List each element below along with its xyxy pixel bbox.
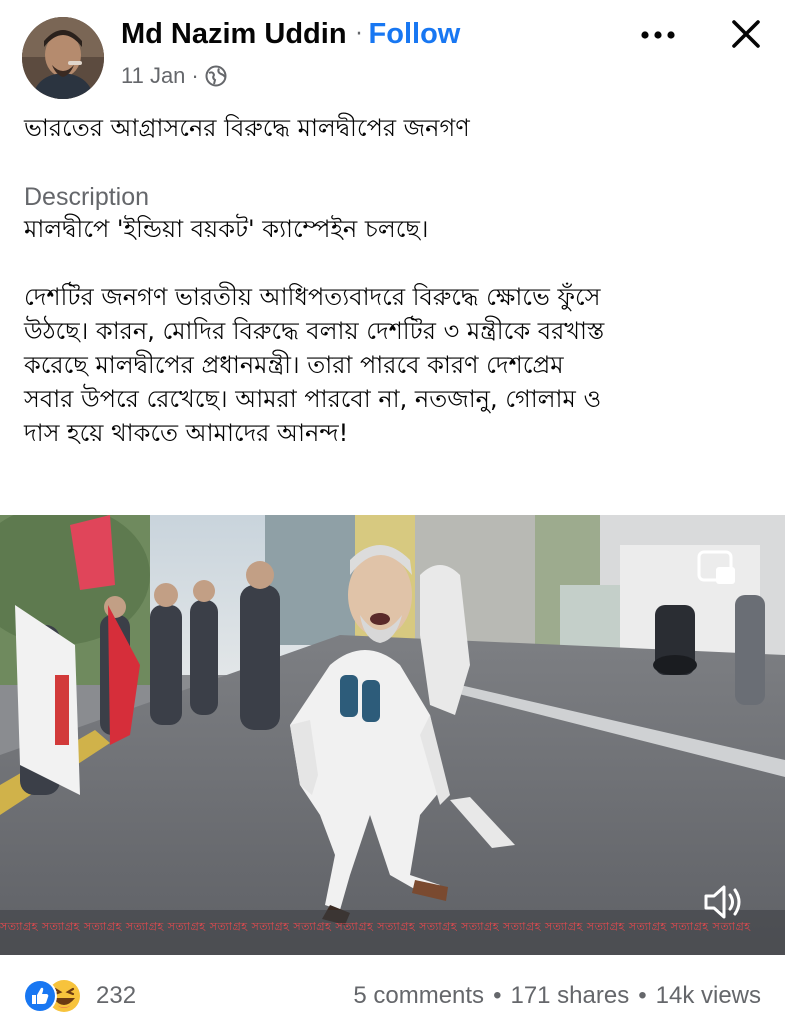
post-body: ভারতের আগ্রাসনের বিরুদ্ধে মালদ্বীপের জনগ… bbox=[24, 110, 769, 450]
like-icon bbox=[23, 979, 57, 1013]
post-meta: 11 Jan · bbox=[121, 61, 227, 91]
reaction-count: 232 bbox=[96, 982, 137, 1009]
picture-in-picture-icon bbox=[697, 550, 735, 584]
description-line: দেশটির জনগণ ভারতীয় আধিপত্যবাদরে বিরুদ্ধ… bbox=[24, 283, 601, 311]
description-line: উঠছে। কারন, মোদির বিরুদ্ধে বলায় দেশটির … bbox=[24, 317, 605, 345]
post-date[interactable]: 11 Jan bbox=[121, 63, 185, 89]
post-header: Md Nazim Uddin · Follow 11 Jan · bbox=[0, 0, 785, 100]
description-line: করেছে মালদ্বীপের প্রধানমন্ত্রী। তারা পার… bbox=[24, 351, 564, 379]
description-body: দেশটির জনগণ ভারতীয় আধিপত্যবাদরে বিরুদ্ধ… bbox=[24, 280, 769, 450]
close-icon bbox=[732, 20, 760, 48]
video-ticker: সত্যাগ্রহ সত্যাগ্রহ সত্যাগ্রহ সত্যাগ্রহ … bbox=[0, 920, 751, 933]
video-player[interactable]: সত্যাগ্রহ সত্যাগ্রহ সত্যাগ্রহ সত্যাগ্রহ … bbox=[0, 515, 785, 955]
author-name[interactable]: Md Nazim Uddin bbox=[121, 18, 347, 51]
engagement-stats: 5 comments • 171 shares • 14k views bbox=[353, 982, 761, 1010]
post-footer: 232 5 comments • 171 shares • 14k views bbox=[0, 970, 785, 1024]
reactions-summary[interactable]: 232 bbox=[22, 978, 136, 1014]
author-avatar[interactable] bbox=[22, 17, 104, 99]
video-frame bbox=[0, 515, 785, 955]
avatar-image bbox=[22, 17, 104, 99]
volume-button[interactable] bbox=[702, 882, 746, 922]
close-button[interactable] bbox=[724, 14, 768, 54]
shares-link[interactable]: 171 shares bbox=[510, 982, 629, 1010]
description-line: দাস হয়ে থাকতে আমাদের আনন্দ! bbox=[24, 419, 349, 447]
picture-in-picture-button[interactable] bbox=[696, 549, 738, 589]
post-headline: ভারতের আগ্রাসনের বিরুদ্ধে মালদ্বীপের জনগ… bbox=[24, 114, 470, 142]
follow-button[interactable]: Follow bbox=[369, 18, 461, 51]
more-icon bbox=[641, 31, 675, 39]
meta-separator: · bbox=[191, 63, 199, 88]
reaction-icons bbox=[23, 979, 80, 1013]
stats-separator: • bbox=[638, 982, 647, 1009]
description-label: Description bbox=[24, 183, 150, 211]
separator-dot: · bbox=[355, 21, 363, 47]
globe-icon[interactable] bbox=[205, 65, 227, 87]
author-line: Md Nazim Uddin · Follow bbox=[121, 14, 460, 54]
volume-icon bbox=[704, 885, 741, 919]
views-count: 14k views bbox=[655, 982, 761, 1009]
description-first-line: মালদ্বীপে 'ইন্ডিয়া বয়কট' ক্যাম্পেইন চল… bbox=[24, 215, 429, 243]
description-line: সবার উপরে রেখেছে। আমরা পারবো না, নতজানু,… bbox=[24, 385, 602, 413]
more-options-button[interactable] bbox=[636, 20, 680, 50]
stats-separator: • bbox=[493, 982, 502, 1009]
comments-link[interactable]: 5 comments bbox=[353, 982, 484, 1010]
